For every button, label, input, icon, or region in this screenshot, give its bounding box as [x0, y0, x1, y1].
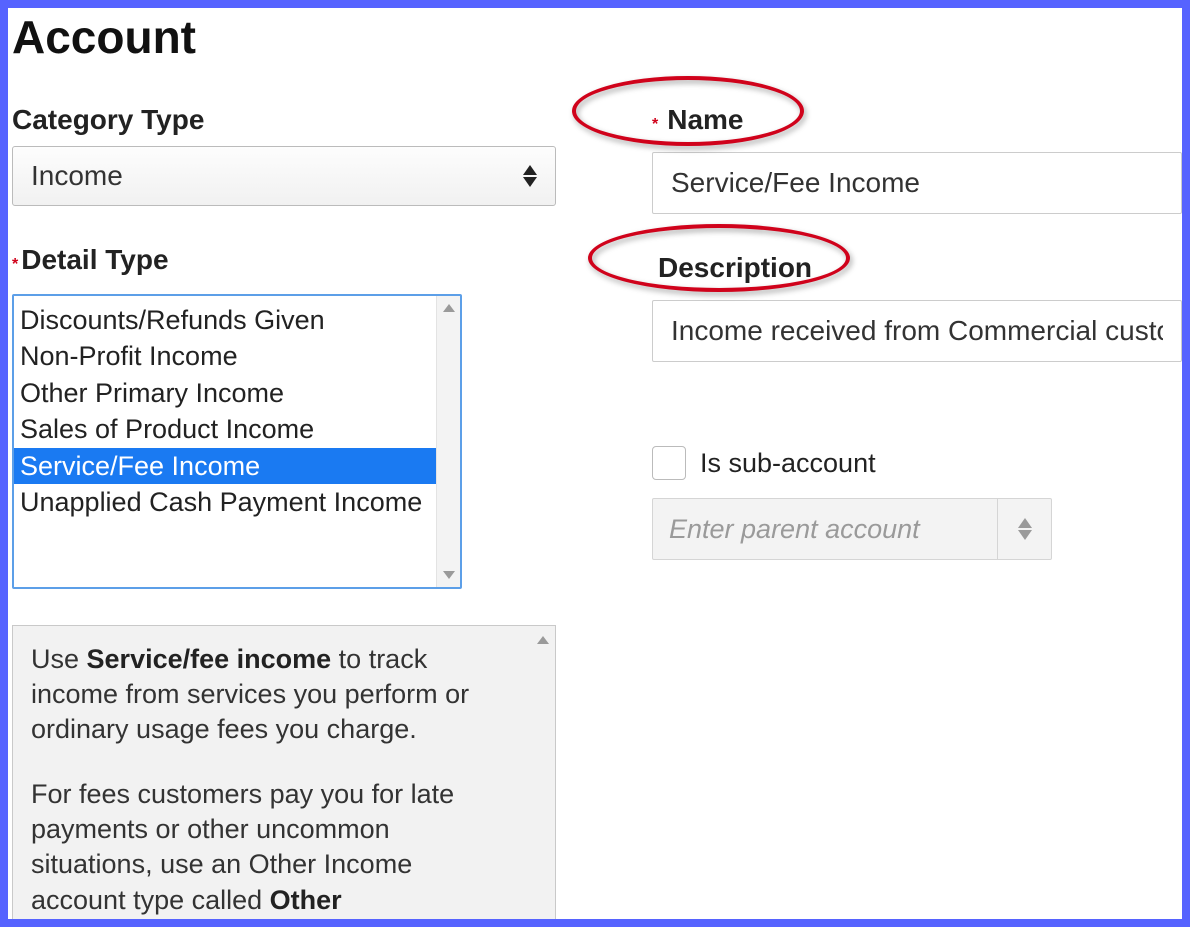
is-sub-account-checkbox[interactable]: [652, 446, 686, 480]
detail-type-listbox[interactable]: Discounts/Refunds GivenNon-Profit Income…: [12, 294, 462, 589]
help-p1-strong: Service/fee income: [87, 644, 332, 674]
scroll-up-icon: [537, 636, 549, 644]
sort-icon: [523, 165, 537, 187]
help-p2-prefix: For fees customers pay you for late paym…: [31, 779, 454, 914]
category-type-select[interactable]: Income: [12, 146, 556, 206]
page-title: Account: [12, 10, 1182, 64]
name-input[interactable]: [652, 152, 1182, 214]
required-asterisk: *: [652, 116, 658, 133]
required-asterisk: *: [12, 256, 18, 273]
category-type-label: Category Type: [12, 104, 204, 136]
detail-type-label: Detail Type: [21, 244, 168, 276]
sort-icon: [1018, 518, 1032, 540]
detail-type-option[interactable]: Other Primary Income: [14, 375, 436, 411]
scroll-up-icon: [443, 304, 455, 312]
description-input[interactable]: [652, 300, 1182, 362]
description-label: Description: [658, 252, 812, 284]
detail-type-option[interactable]: Service/Fee Income: [14, 448, 436, 484]
category-type-value: Income: [31, 160, 123, 192]
help-p2-suffix: , instead.: [319, 920, 429, 927]
detail-type-option[interactable]: Unapplied Cash Payment Income: [14, 484, 436, 520]
is-sub-account-label: Is sub-account: [700, 448, 876, 479]
parent-account-toggle[interactable]: [997, 499, 1051, 559]
help-panel: Use Service/fee income to track income f…: [12, 625, 556, 927]
scroll-down-icon: [443, 571, 455, 579]
help-p1-prefix: Use: [31, 644, 87, 674]
detail-type-option[interactable]: Non-Profit Income: [14, 338, 436, 374]
detail-type-option[interactable]: Discounts/Refunds Given: [14, 302, 436, 338]
detail-type-option[interactable]: Sales of Product Income: [14, 411, 436, 447]
parent-account-select[interactable]: Enter parent account: [652, 498, 1052, 560]
name-label: Name: [667, 104, 743, 136]
parent-account-placeholder: Enter parent account: [653, 514, 997, 545]
help-scrollbar[interactable]: [531, 626, 555, 927]
listbox-scrollbar[interactable]: [436, 296, 460, 587]
